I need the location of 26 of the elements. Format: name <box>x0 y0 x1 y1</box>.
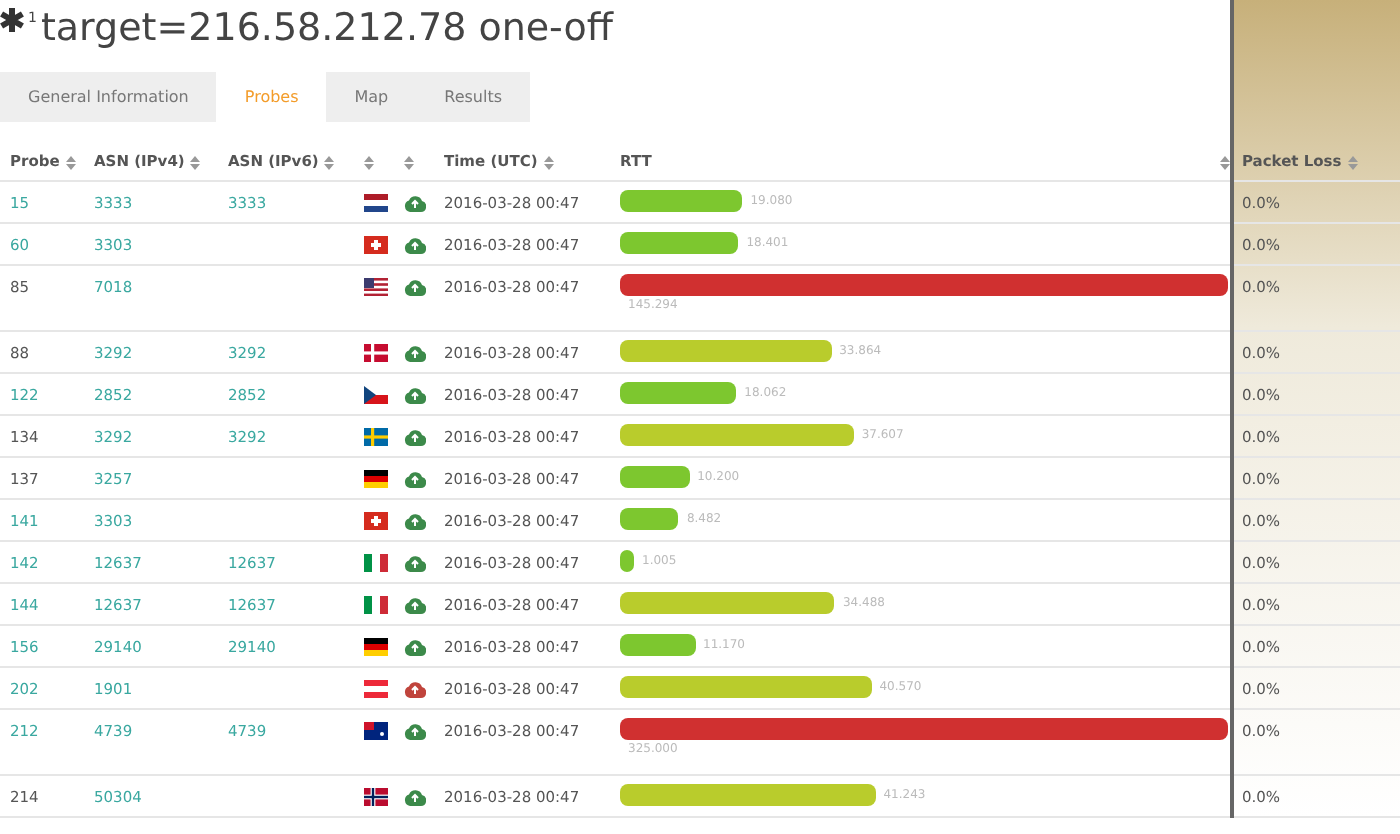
flag-icon <box>364 722 388 741</box>
sort-icon <box>404 155 414 169</box>
flag-icon <box>364 194 388 213</box>
sort-icon <box>190 155 201 169</box>
flag-icon <box>364 554 388 573</box>
flag-icon <box>364 236 388 255</box>
flag-icon <box>364 596 388 615</box>
tab[interactable]: Map <box>326 72 417 122</box>
flag-icon <box>364 386 388 405</box>
asterisk-icon <box>0 8 24 32</box>
flag-icon <box>364 344 388 363</box>
flag-icon <box>364 788 388 807</box>
sort-icon <box>1347 155 1358 169</box>
flag-icon <box>364 278 388 297</box>
flag-icon <box>364 428 388 447</box>
sort-icon <box>324 155 335 169</box>
flag-icon <box>364 512 388 531</box>
tab[interactable]: General Information <box>0 72 217 122</box>
flag-icon <box>364 680 388 699</box>
tab[interactable]: Results <box>416 72 531 122</box>
flag-icon <box>364 470 388 489</box>
sort-icon <box>364 155 374 169</box>
page-title: target=216.58.212.78 one-off <box>40 8 613 50</box>
sort-icon <box>543 155 554 169</box>
flag-icon <box>364 638 388 657</box>
sort-icon <box>65 155 76 169</box>
